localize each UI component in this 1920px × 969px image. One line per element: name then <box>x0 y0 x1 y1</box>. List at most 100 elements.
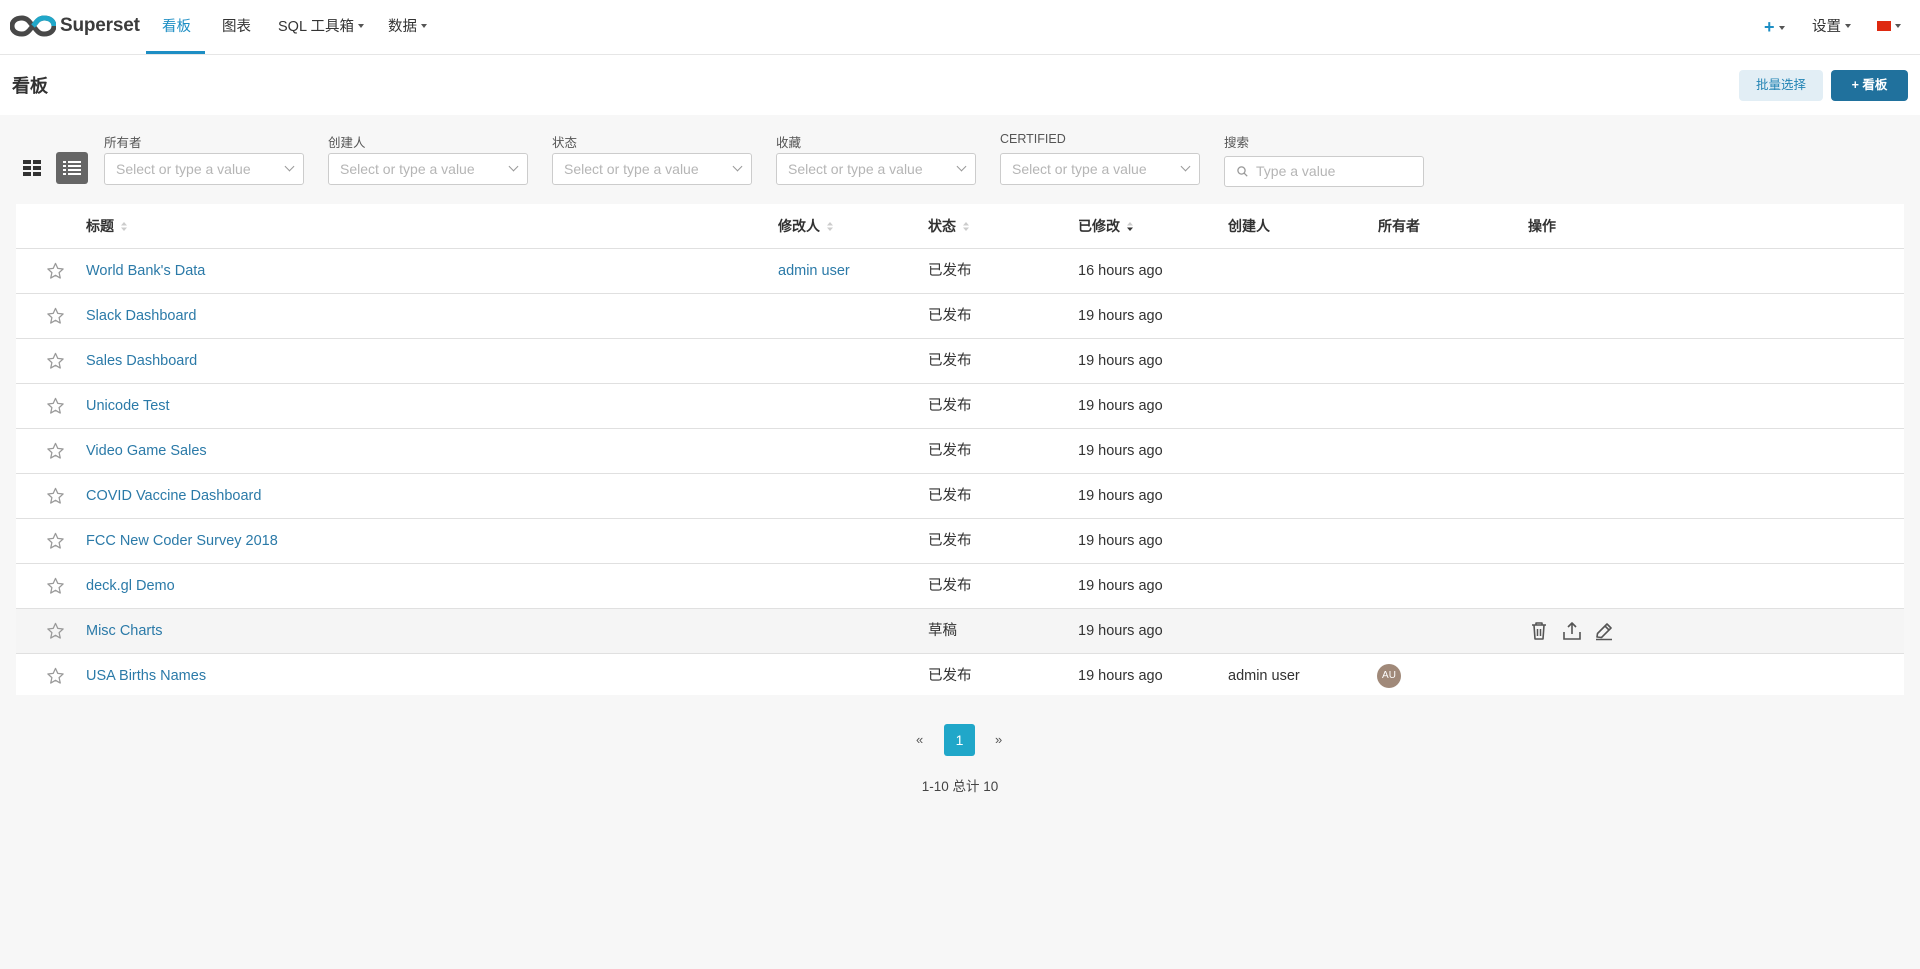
avatar[interactable]: AU <box>1377 664 1401 688</box>
chevron-down-icon <box>1778 26 1785 31</box>
modified-by-link[interactable]: admin user <box>778 249 850 293</box>
favorite-star-icon[interactable] <box>46 577 65 599</box>
status-filter-label: 状态 <box>552 136 578 150</box>
nav-data[interactable]: 数据 <box>388 0 427 54</box>
favorite-star-icon[interactable] <box>46 262 65 284</box>
dashboard-title-link[interactable]: Slack Dashboard <box>86 294 196 338</box>
status-filter-placeholder: Select or type a value <box>564 161 699 177</box>
new-menu[interactable]: + <box>1764 0 1785 54</box>
card-view-toggle[interactable] <box>16 152 48 184</box>
pagination-prev[interactable]: « <box>916 732 923 747</box>
creator-filter-placeholder: Select or type a value <box>340 161 475 177</box>
favorite-filter-select[interactable]: Select or type a value <box>776 153 976 185</box>
list-icon <box>63 161 81 175</box>
column-header-modified-by[interactable]: 修改人 <box>778 216 833 236</box>
settings-menu[interactable]: 设置 <box>1812 0 1851 54</box>
chevron-down-icon <box>1845 24 1851 29</box>
certified-filter-select[interactable]: Select or type a value <box>1000 153 1200 185</box>
sort-icon <box>963 221 969 231</box>
chevron-down-icon <box>358 24 365 29</box>
favorite-star-icon[interactable] <box>46 442 65 464</box>
table-row[interactable]: Video Game Sales 已发布 19 hours ago <box>16 428 1904 473</box>
table-row[interactable]: Misc Charts 草稿 19 hours ago <box>16 608 1904 653</box>
pagination-page-current[interactable]: 1 <box>944 724 975 756</box>
table-row[interactable]: World Bank's Data admin user 已发布 16 hours a… <box>16 248 1904 293</box>
new-dashboard-button[interactable]: + 看板 <box>1831 70 1908 101</box>
column-header-modified-label: 已修改 <box>1078 218 1120 234</box>
favorite-star-icon[interactable] <box>46 352 65 374</box>
bulk-select-button[interactable]: 批量选择 <box>1739 70 1823 101</box>
edit-pencil-icon[interactable] <box>1594 621 1614 645</box>
modified-cell: 19 hours ago <box>1078 443 1163 459</box>
column-header-status[interactable]: 状态 <box>928 216 969 236</box>
dashboard-title-link[interactable]: COVID Vaccine Dashboard <box>86 474 261 518</box>
nav-sql-lab-label: SQL 工具箱 <box>278 19 355 35</box>
modified-cell: 19 hours ago <box>1078 308 1163 324</box>
chevron-down-icon <box>732 161 743 172</box>
status-cell: 已发布 <box>928 398 972 414</box>
language-menu[interactable] <box>1877 0 1901 54</box>
dashboard-title-link[interactable]: World Bank's Data <box>86 249 205 293</box>
favorite-star-icon[interactable] <box>46 487 65 509</box>
sort-icon <box>121 221 127 231</box>
status-cell: 已发布 <box>928 668 972 684</box>
favorite-star-icon[interactable] <box>46 532 65 554</box>
column-header-owners: 所有者 <box>1378 218 1420 234</box>
dashboard-title-link[interactable]: Sales Dashboard <box>86 339 197 383</box>
settings-label: 设置 <box>1812 19 1841 35</box>
favorite-star-icon[interactable] <box>46 622 65 644</box>
certified-filter-placeholder: Select or type a value <box>1012 161 1147 177</box>
pagination-summary: 1-10 总计 10 <box>921 779 999 794</box>
plus-icon: + <box>1764 17 1775 37</box>
table-row[interactable]: COVID Vaccine Dashboard 已发布 19 hours ago <box>16 473 1904 518</box>
nav-charts[interactable]: 图表 <box>222 0 251 54</box>
pagination-next[interactable]: » <box>995 732 1002 747</box>
favorite-star-icon[interactable] <box>46 667 65 689</box>
trash-icon[interactable] <box>1530 621 1548 645</box>
favorite-star-icon[interactable] <box>46 307 65 329</box>
status-cell: 已发布 <box>928 353 972 369</box>
chevron-down-icon <box>1180 161 1191 172</box>
dashboard-title-link[interactable]: deck.gl Demo <box>86 564 175 608</box>
column-header-actions: 操作 <box>1528 218 1556 234</box>
column-header-modified[interactable]: 已修改 <box>1078 216 1133 236</box>
active-nav-indicator <box>146 51 205 54</box>
table-row[interactable]: FCC New Coder Survey 2018 已发布 19 hours ago <box>16 518 1904 563</box>
chevron-down-icon <box>284 161 295 172</box>
brand-name: Superset <box>60 15 140 36</box>
nav-dashboards[interactable]: 看板 <box>162 0 191 54</box>
search-icon <box>1237 166 1248 177</box>
grid-icon <box>23 160 41 176</box>
creator-filter-label: 创建人 <box>328 136 366 150</box>
table-row[interactable]: Slack Dashboard 已发布 19 hours ago <box>16 293 1904 338</box>
chevron-down-icon <box>421 24 427 29</box>
table-row[interactable]: USA Births Names 已发布 19 hours ago admin use… <box>16 653 1904 698</box>
status-filter-select[interactable]: Select or type a value <box>552 153 752 185</box>
share-upload-icon[interactable] <box>1562 621 1582 645</box>
modified-cell: 19 hours ago <box>1078 353 1163 369</box>
favorite-star-icon[interactable] <box>46 397 65 419</box>
status-cell: 已发布 <box>928 308 972 324</box>
chevron-down-icon <box>1895 24 1901 29</box>
list-view-toggle[interactable] <box>56 152 88 184</box>
modified-cell: 19 hours ago <box>1078 533 1163 549</box>
sort-desc-icon <box>1127 221 1133 231</box>
column-header-title[interactable]: 标题 <box>86 216 127 236</box>
certified-filter-label: CERTIFIED <box>1000 132 1066 146</box>
owner-filter-select[interactable]: Select or type a value <box>104 153 304 185</box>
nav-sql-lab[interactable]: SQL 工具箱 <box>278 0 365 54</box>
table-row[interactable]: deck.gl Demo 已发布 19 hours ago <box>16 563 1904 608</box>
superset-logo[interactable]: Superset <box>10 12 140 40</box>
table-row[interactable]: Sales Dashboard 已发布 19 hours ago <box>16 338 1904 383</box>
table-row[interactable]: Unicode Test 已发布 19 hours ago <box>16 383 1904 428</box>
search-input[interactable]: Type a value <box>1224 156 1424 187</box>
dashboard-title-link[interactable]: Misc Charts <box>86 609 163 653</box>
modified-cell: 16 hours ago <box>1078 263 1163 279</box>
cn-flag-icon <box>1877 21 1891 32</box>
superset-logo-icon <box>10 15 56 37</box>
creator-filter-select[interactable]: Select or type a value <box>328 153 528 185</box>
dashboard-title-link[interactable]: FCC New Coder Survey 2018 <box>86 519 278 563</box>
dashboard-title-link[interactable]: USA Births Names <box>86 654 206 698</box>
dashboard-title-link[interactable]: Unicode Test <box>86 384 170 428</box>
dashboard-title-link[interactable]: Video Game Sales <box>86 429 207 473</box>
